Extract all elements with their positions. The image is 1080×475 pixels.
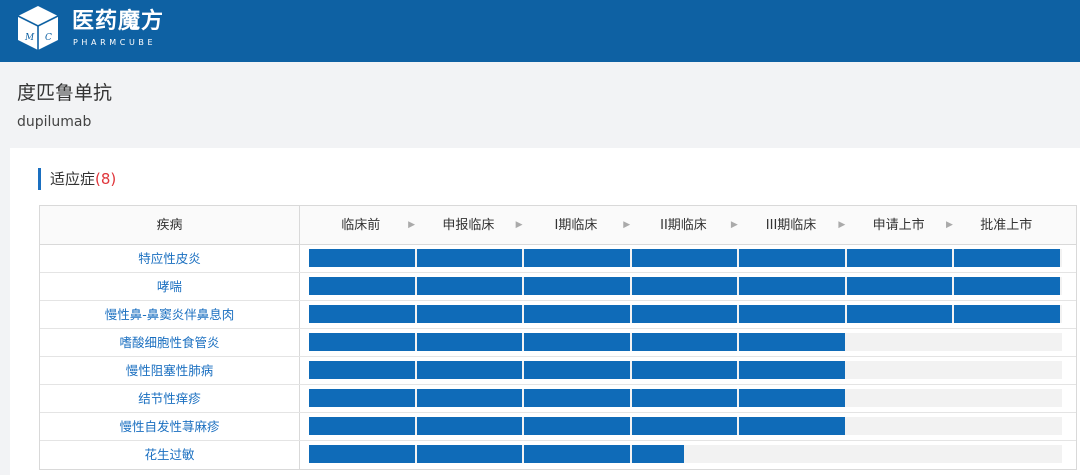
stage-progress-segment: [416, 389, 523, 407]
stage-progress-segment: [524, 277, 630, 295]
stage-progress-segment: [954, 305, 1060, 323]
brand-name: 医药魔方: [72, 9, 165, 34]
brand-subtitle: PHARMCUBE: [73, 38, 157, 47]
chevron-right-icon: ▶: [945, 220, 953, 230]
stage-column-header: I期临床: [554, 218, 598, 233]
top-navigation-bar: M C 医药魔方 PHARMCUBE: [0, 0, 1080, 62]
section-title-text: 适应症: [50, 170, 96, 188]
stage-progress-segment: [739, 277, 845, 295]
stage-progress-segment: [309, 277, 415, 295]
stage-progress-segment-partial: [631, 445, 685, 463]
stage-progress-segment: [739, 333, 845, 351]
stage-column-header: 批准上市: [980, 218, 1033, 233]
stage-progress-segment: [846, 305, 953, 323]
stage-progress-segment: [416, 277, 523, 295]
table-row: 哮喘: [40, 273, 1076, 301]
stage-progress-segment: [631, 389, 738, 407]
disease-link[interactable]: 结节性痒疹: [40, 385, 299, 412]
stage-progress-segment: [309, 389, 415, 407]
chevron-right-icon: ▶: [515, 220, 523, 230]
stage-progress-segment: [309, 445, 415, 463]
stage-progress-segment: [524, 417, 630, 435]
table-row: 慢性自发性荨麻疹: [40, 413, 1076, 441]
stage-progress-segment: [524, 361, 630, 379]
chevron-right-icon: ▶: [623, 220, 631, 230]
stage-column-header: 申请上市: [872, 218, 925, 233]
stage-progress-segment: [524, 305, 630, 323]
stage-progress-segment: [416, 305, 523, 323]
disease-link[interactable]: 哮喘: [40, 273, 299, 300]
stage-progress-segment: [524, 249, 630, 267]
disease-link[interactable]: 慢性鼻-鼻窦炎伴鼻息肉: [40, 301, 299, 328]
stage-progress-segment: [524, 389, 630, 407]
stage-progress-segment: [416, 333, 523, 351]
logo-letter-c: C: [45, 33, 52, 43]
disease-column-header: 疾病: [156, 218, 183, 233]
pipeline-table: 疾病 临床前 ▶ 申报临床 ▶ I期临床 ▶ II期临床 ▶ III期临床 ▶ 申请上市 ▶ 批准上市 …: [39, 205, 1077, 470]
stage-progress-segment: [739, 249, 845, 267]
stage-progress-segment: [631, 305, 738, 323]
stage-progress-segment: [739, 389, 845, 407]
section-title: 适应症(8): [50, 169, 116, 189]
table-row: 结节性痒疹: [40, 385, 1076, 413]
stage-progress-segment: [954, 249, 1060, 267]
disease-link[interactable]: 特应性皮炎: [40, 245, 299, 272]
logo-letter-m: M: [24, 33, 35, 43]
stage-progress-segment: [309, 249, 415, 267]
stage-progress-segment: [309, 305, 415, 323]
stage-column-header: II期临床: [660, 218, 707, 233]
stage-progress-segment: [309, 417, 415, 435]
stage-column-header: 申报临床: [442, 218, 495, 233]
stage-progress-segment: [631, 361, 738, 379]
stage-progress-segment: [524, 445, 630, 463]
stage-progress-segment: [631, 249, 738, 267]
table-row: 慢性鼻-鼻窦炎伴鼻息肉: [40, 301, 1076, 329]
table-row: 嗜酸细胞性食管炎: [40, 329, 1076, 357]
chevron-right-icon: ▶: [408, 220, 416, 230]
stage-progress-segment: [739, 361, 845, 379]
table-row: 慢性阻塞性肺病: [40, 357, 1076, 385]
stage-progress-segment: [739, 305, 845, 323]
stage-progress-segment: [309, 333, 415, 351]
chevron-right-icon: ▶: [730, 220, 738, 230]
stage-progress-segment: [416, 417, 523, 435]
disease-link[interactable]: 慢性阻塞性肺病: [40, 357, 299, 384]
section-accent-bar: [38, 168, 41, 190]
stage-progress-segment: [416, 361, 523, 379]
stage-progress-segment: [309, 361, 415, 379]
stage-progress-segment: [739, 417, 845, 435]
stage-progress-segment: [631, 333, 738, 351]
stage-progress-segment: [954, 277, 1060, 295]
stage-progress-segment: [416, 445, 523, 463]
chevron-right-icon: ▶: [838, 220, 846, 230]
drug-name-chinese: 度匹鲁单抗: [17, 82, 113, 104]
table-row: 花生过敏: [40, 441, 1076, 469]
table-row: 特应性皮炎: [40, 245, 1076, 273]
section-count: (8): [95, 170, 117, 188]
stage-progress-segment: [631, 277, 738, 295]
stage-column-header: III期临床: [765, 218, 817, 233]
drug-name-english: dupilumab: [17, 114, 92, 130]
stage-column-header: 临床前: [341, 218, 381, 233]
stage-progress-segment: [846, 249, 953, 267]
table-header-row: 疾病 临床前 ▶ 申报临床 ▶ I期临床 ▶ II期临床 ▶ III期临床 ▶ 申请上市 ▶ 批准上市: [40, 206, 1076, 245]
stage-progress-segment: [846, 277, 953, 295]
stage-progress-segment: [416, 249, 523, 267]
stage-progress-segment: [631, 417, 738, 435]
disease-link[interactable]: 慢性自发性荨麻疹: [40, 413, 299, 440]
disease-link[interactable]: 嗜酸细胞性食管炎: [40, 329, 299, 356]
disease-link[interactable]: 花生过敏: [40, 441, 299, 468]
pharmcube-logo-icon[interactable]: M C: [16, 4, 60, 52]
stage-progress-segment: [524, 333, 630, 351]
